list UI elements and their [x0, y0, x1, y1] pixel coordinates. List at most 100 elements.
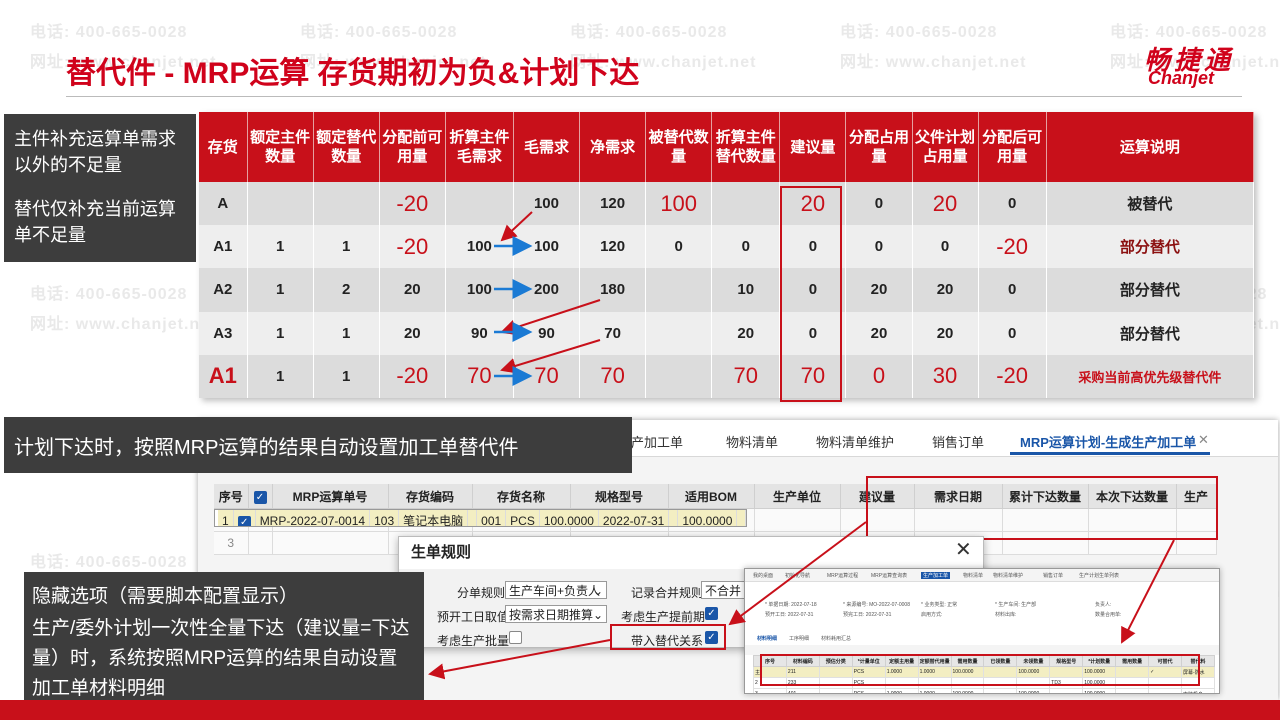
cell: 1 [313, 311, 380, 355]
watermark-phone: 电话: 400-665-0028 [570, 24, 728, 41]
tab-sales-order[interactable]: 销售订单 [932, 432, 984, 451]
split-rule-select[interactable]: 生产车间+负责人 ⌄ [505, 581, 607, 599]
thumb-subtab: 材料明细 [757, 636, 778, 642]
col-header: 存货 [199, 112, 248, 182]
grid-row[interactable]: 1 ✓ MRP-2022-07-0014 103 笔记本电脑 001 PCS 1… [214, 509, 748, 527]
demand-date: 2022-07-31 [598, 510, 670, 526]
cell: 100 [645, 182, 713, 226]
thumb-row-highlight [760, 654, 1200, 686]
thumb-cell [1115, 688, 1150, 693]
thumb-tab: 物料清单 [963, 573, 984, 579]
tab-bom[interactable]: 物料清单 [726, 432, 778, 451]
table-header-row: 存货 额定主件数量 额定替代数量 分配前可用量 折算主件毛需求 毛需求 净需求 … [199, 112, 1255, 182]
cell: -20 [379, 354, 446, 398]
mrp-table: 存货 额定主件数量 额定替代数量 分配前可用量 折算主件毛需求 毛需求 净需求 … [199, 112, 1255, 398]
table-row: A1 1 1 -20 100 100 120 0 0 0 0 0 -20 部分替… [199, 225, 1255, 269]
cell: 0 [978, 268, 1047, 312]
cell: A3 [199, 311, 248, 355]
tab-bom-maintain[interactable]: 物料清单维护 [816, 432, 894, 451]
close-icon[interactable]: ✕ [955, 537, 972, 562]
cell: 0 [912, 225, 979, 269]
col-header: 被替代数量 [645, 112, 713, 182]
col-header: 额定替代数量 [313, 112, 380, 182]
tab-mrp-generate[interactable]: MRP运算计划-生成生产加工单 [1020, 432, 1196, 451]
cell [247, 182, 314, 226]
table-row: A3 1 1 20 90 90 70 20 0 20 20 0 部分替代 [199, 311, 1255, 355]
cell: A2 [199, 268, 248, 312]
chevron-down-icon: ⌄ [592, 608, 603, 622]
thumb-field: * 生产车间: 生产部 [995, 602, 1037, 608]
cell [645, 354, 713, 398]
cell: 1 [313, 225, 380, 269]
substitute-highlight [610, 624, 726, 650]
cell: 0 [711, 225, 781, 269]
lead-time-checkbox[interactable]: ✓ [705, 607, 718, 620]
thumb-cell: 100.0000 [950, 688, 985, 693]
this-qty[interactable]: 100.0000 [677, 510, 738, 526]
cell: 100 [445, 225, 514, 269]
cell: A1 [199, 225, 248, 269]
thumb-grid-row: 3 401 PCS 1.0000 1.0000 100.0000 100.0000 100.0… [753, 688, 1216, 693]
cell [445, 182, 514, 226]
cell: 20 [845, 311, 913, 355]
col-header: 折算主件毛需求 [445, 112, 514, 182]
erp-qty-highlight [866, 476, 1218, 540]
note-hidden-title: 隐藏选项（需要脚本配置显示） [32, 586, 299, 607]
start-date-value: 按需求日期推算 [509, 608, 594, 622]
grid-col-header: 序号 [214, 484, 249, 509]
thumb-cell [983, 688, 1018, 693]
note-main-line-2: 替代仅补充当前运算单不足量 [14, 199, 176, 245]
brand-logo-en: Chanjet [1147, 68, 1214, 88]
thumb-subtab: 工序明细 [789, 636, 810, 642]
cell: -20 [379, 182, 446, 226]
cell: 1 [247, 311, 314, 355]
cell [645, 311, 713, 355]
note-main-part: 主件补充运算单需求以外的不足量 替代仅补充当前运算单不足量 [4, 114, 196, 262]
thumb-tab: 物料清单维护 [993, 573, 1024, 579]
cell: 1 [313, 354, 380, 398]
merge-rule-select[interactable]: 不合并 [701, 581, 745, 599]
col-header: 分配后可用量 [978, 112, 1047, 182]
cell: 2 [313, 268, 380, 312]
cell: A [199, 182, 248, 226]
row-no: 1 [218, 510, 234, 526]
cell [313, 182, 380, 226]
item-bom: 001 [476, 510, 507, 526]
row-checkbox[interactable]: ✓ [237, 516, 251, 526]
cell [711, 182, 781, 226]
thumb-cell: 1.0000 [884, 688, 919, 693]
cum-qty [668, 510, 679, 526]
grid-col-header: 存货编码 [388, 484, 473, 509]
cell: 0 [845, 182, 913, 226]
thumb-cell [1049, 688, 1084, 693]
cell [272, 531, 389, 555]
cell: 20 [912, 182, 979, 226]
thumb-field: 预完工日: 2022-07-31 [843, 612, 892, 618]
grid-col-header[interactable]: ✓ [248, 484, 273, 509]
thumb-tab: 生产加工单 [921, 572, 951, 579]
grid-col-header: 适用BOM [668, 484, 755, 509]
thumb-field: 负责人: [1095, 602, 1112, 608]
watermark-phone: 电话: 400-665-0028 [30, 554, 188, 571]
cell [754, 509, 841, 532]
col-header: 分配占用量 [845, 112, 913, 182]
chevron-down-icon: ⌄ [592, 584, 603, 598]
thumb-cell: 3 [753, 688, 787, 693]
cell: 20 [711, 311, 781, 355]
start-date-select[interactable]: 按需求日期推算 ⌄ [505, 605, 607, 623]
note-main-line-1: 主件补充运算单需求以外的不足量 [14, 129, 176, 175]
footer-bar [0, 700, 1280, 720]
select-all-checkbox[interactable]: ✓ [253, 490, 267, 504]
cell: 0 [978, 311, 1047, 355]
thumb-tab: 初始化导航 [785, 573, 811, 579]
col-header: 运算说明 [1046, 112, 1255, 182]
table-row: A -20 100 120 100 20 0 20 0 被替代 [199, 182, 1255, 226]
batch-checkbox[interactable] [509, 631, 522, 644]
cell: 20 [379, 311, 446, 355]
close-tab-icon[interactable]: ✕ [1198, 432, 1209, 448]
thumb-cell: PCS [851, 688, 886, 693]
batch-label: 考虑生产批量 [437, 634, 510, 648]
row-checkbox-cell[interactable]: ✓ [233, 510, 256, 526]
table-row: A1 1 1 -20 70 70 70 70 70 0 30 -20 采购当前高… [199, 354, 1255, 398]
cell: 20 [379, 268, 446, 312]
